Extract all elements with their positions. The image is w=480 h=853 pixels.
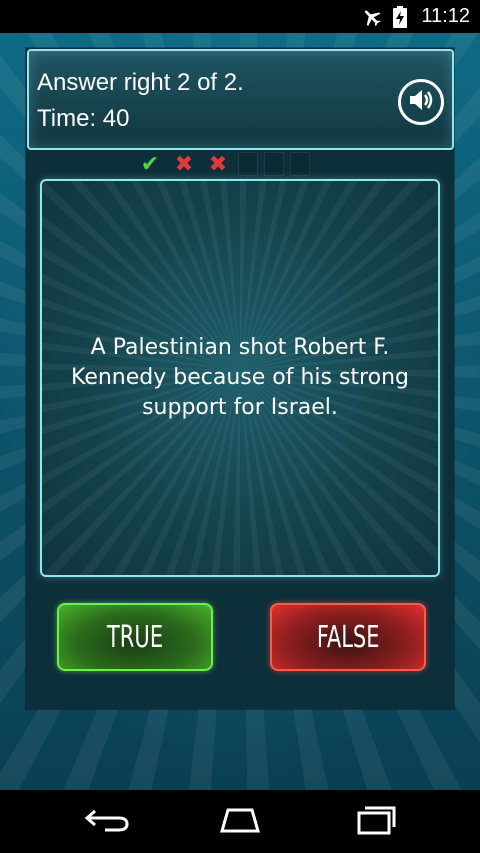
score-text: Answer right 2 of 2. <box>37 69 244 96</box>
true-button-label: TRUE <box>106 619 164 655</box>
score-header: Answer right 2 of 2. Time: 40 <box>27 49 454 150</box>
status-clock: 11:12 <box>421 5 470 27</box>
airplane-mode-icon <box>361 6 383 28</box>
home-button[interactable] <box>210 802 270 842</box>
recent-apps-icon <box>351 805 399 839</box>
sound-toggle-button[interactable] <box>398 79 444 125</box>
true-button[interactable]: TRUE <box>57 603 213 671</box>
pending-mark <box>238 152 258 176</box>
correct-mark-icon: ✔ <box>140 151 160 177</box>
home-icon <box>214 806 266 838</box>
answer-progress: ✔ ✖ ✖ <box>136 151 310 177</box>
back-button[interactable] <box>77 802 137 842</box>
navigation-bar <box>0 790 480 853</box>
question-card: A Palestinian shot Robert F. Kennedy bec… <box>40 179 440 577</box>
false-button[interactable]: FALSE <box>270 603 426 671</box>
speaker-icon <box>406 85 436 119</box>
wrong-mark-icon: ✖ <box>208 151 228 177</box>
battery-charging-icon <box>389 5 411 28</box>
question-text: A Palestinian shot Robert F. Kennedy bec… <box>70 335 409 420</box>
status-bar: 11:12 <box>0 0 480 33</box>
false-button-label: FALSE <box>316 619 380 655</box>
pending-mark <box>290 152 310 176</box>
pending-mark <box>264 152 284 176</box>
timer-text: Time: 40 <box>37 105 130 132</box>
back-icon <box>83 807 131 837</box>
recent-apps-button[interactable] <box>345 802 405 842</box>
wrong-mark-icon: ✖ <box>174 151 194 177</box>
